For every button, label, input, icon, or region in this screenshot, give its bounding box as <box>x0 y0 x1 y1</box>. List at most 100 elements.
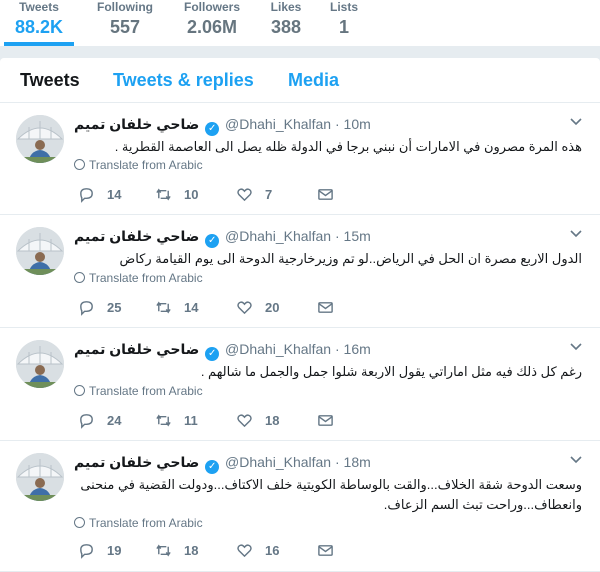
retweet-button[interactable]: 10 <box>155 186 198 203</box>
chevron-down-icon[interactable] <box>570 453 582 465</box>
translate-link[interactable]: Translate from Arabic <box>74 384 203 398</box>
like-button[interactable]: 18 <box>236 412 279 429</box>
tweet[interactable]: ضاحي خلفان تميم ✓ @Dhahi_Khalfan · 10m ه… <box>0 103 600 215</box>
retweet-count: 18 <box>184 543 199 558</box>
heart-icon <box>237 544 252 558</box>
envelope-icon <box>318 415 333 426</box>
like-button[interactable]: 16 <box>236 542 279 559</box>
verified-badge-icon: ✓ <box>205 122 220 136</box>
separator: · <box>334 341 344 357</box>
tweet-text: الدول الاربع مصرة ان الحل في الرياض..لو … <box>119 251 583 266</box>
username[interactable]: @Dhahi_Khalfan <box>225 341 331 357</box>
retweet-button[interactable]: 18 <box>155 542 198 559</box>
translate-link[interactable]: Translate from Arabic <box>74 158 203 172</box>
envelope-icon <box>318 302 333 313</box>
tweet[interactable]: ضاحي خلفان تميم ✓ @Dhahi_Khalfan · 18m و… <box>0 441 600 572</box>
avatar-image <box>16 340 64 388</box>
stat-value: 2.06M <box>186 17 238 37</box>
like-count: 7 <box>265 187 273 202</box>
profile-stats-bar: Tweets 88.2K Following 557 Followers 2.0… <box>0 0 600 46</box>
translate-link[interactable]: Translate from Arabic <box>74 271 203 285</box>
stat-label: Lists <box>329 0 358 14</box>
avatar[interactable] <box>16 453 64 501</box>
avatar[interactable] <box>16 340 64 388</box>
retweet-button[interactable]: 11 <box>155 412 198 429</box>
tweet-header: ضاحي خلفان تميم ✓ @Dhahi_Khalfan · 16m <box>74 340 371 361</box>
tweet[interactable]: ضاحي خلفان تميم ✓ @Dhahi_Khalfan · 16m ر… <box>0 328 600 441</box>
stat-lists[interactable]: Lists 1 <box>326 0 362 46</box>
stat-label: Likes <box>270 0 302 14</box>
display-name[interactable]: ضاحي خلفان تميم <box>74 454 199 470</box>
reply-icon <box>80 188 93 203</box>
like-count: 16 <box>265 543 280 558</box>
tweet-text: رغم كل ذلك فيه مثل اماراتي يقول الاربعة … <box>200 364 582 379</box>
translate-label: Translate from Arabic <box>89 384 203 398</box>
stat-following[interactable]: Following 557 <box>92 0 158 46</box>
avatar[interactable] <box>16 115 64 163</box>
reply-button[interactable]: 24 <box>78 412 121 429</box>
stat-value: 388 <box>270 17 302 37</box>
like-count: 20 <box>265 300 280 315</box>
tab-tweets[interactable]: Tweets <box>20 70 80 91</box>
display-name[interactable]: ضاحي خلفان تميم <box>74 116 199 132</box>
stat-label: Following <box>97 0 153 14</box>
retweet-count: 10 <box>184 187 199 202</box>
timestamp[interactable]: 18m <box>344 454 371 470</box>
tweet-actions: 25 14 20 <box>74 299 374 319</box>
stat-label: Tweets <box>19 0 59 14</box>
like-button[interactable]: 7 <box>236 186 272 203</box>
timestamp[interactable]: 10m <box>344 116 371 132</box>
reply-button[interactable]: 25 <box>78 299 121 316</box>
translate-link[interactable]: Translate from Arabic <box>74 516 203 530</box>
message-button[interactable] <box>317 542 346 559</box>
stat-label: Followers <box>183 0 240 14</box>
timeline: Tweets Tweets & replies Media ضاحي خلفان… <box>0 58 600 572</box>
envelope-icon <box>318 189 333 200</box>
verified-badge-icon: ✓ <box>205 347 220 361</box>
stat-value: 1 <box>338 17 349 37</box>
reply-count: 19 <box>107 543 122 558</box>
like-button[interactable]: 20 <box>236 299 279 316</box>
like-count: 18 <box>265 413 280 428</box>
retweet-button[interactable]: 14 <box>155 299 198 316</box>
message-button[interactable] <box>317 412 346 429</box>
reply-button[interactable]: 14 <box>78 186 121 203</box>
avatar-image <box>16 453 64 501</box>
chevron-down-icon[interactable] <box>570 227 582 239</box>
reply-count: 14 <box>107 187 122 202</box>
message-button[interactable] <box>317 186 346 203</box>
tab-media[interactable]: Media <box>288 70 339 91</box>
tweet-actions: 19 18 16 <box>74 542 374 562</box>
username[interactable]: @Dhahi_Khalfan <box>225 116 331 132</box>
avatar[interactable] <box>16 227 64 275</box>
chevron-down-icon[interactable] <box>570 340 582 352</box>
heart-icon <box>237 301 252 315</box>
timestamp[interactable]: 15m <box>344 228 371 244</box>
display-name[interactable]: ضاحي خلفان تميم <box>74 341 199 357</box>
stat-tweets[interactable]: Tweets 88.2K <box>4 0 74 46</box>
translate-label: Translate from Arabic <box>89 516 203 530</box>
retweet-icon <box>156 301 171 314</box>
username[interactable]: @Dhahi_Khalfan <box>225 454 331 470</box>
tweet-header: ضاحي خلفان تميم ✓ @Dhahi_Khalfan · 10m <box>74 115 371 136</box>
globe-icon <box>74 385 85 396</box>
display-name[interactable]: ضاحي خلفان تميم <box>74 228 199 244</box>
avatar-image <box>16 115 64 163</box>
tweet[interactable]: ضاحي خلفان تميم ✓ @Dhahi_Khalfan · 15m ا… <box>0 215 600 328</box>
tweet-header: ضاحي خلفان تميم ✓ @Dhahi_Khalfan · 15m <box>74 227 371 248</box>
retweet-icon <box>156 188 171 201</box>
globe-icon <box>74 272 85 283</box>
tweet-header: ضاحي خلفان تميم ✓ @Dhahi_Khalfan · 18m <box>74 453 371 474</box>
chevron-down-icon[interactable] <box>570 115 582 127</box>
tab-tweets-replies[interactable]: Tweets & replies <box>113 70 254 91</box>
translate-label: Translate from Arabic <box>89 158 203 172</box>
message-button[interactable] <box>317 299 346 316</box>
heart-icon <box>237 414 252 428</box>
timestamp[interactable]: 16m <box>344 341 371 357</box>
stat-likes[interactable]: Likes 388 <box>266 0 306 46</box>
username[interactable]: @Dhahi_Khalfan <box>225 228 331 244</box>
globe-icon <box>74 159 85 170</box>
reply-button[interactable]: 19 <box>78 542 121 559</box>
retweet-icon <box>156 414 171 427</box>
stat-followers[interactable]: Followers 2.06M <box>180 0 244 46</box>
